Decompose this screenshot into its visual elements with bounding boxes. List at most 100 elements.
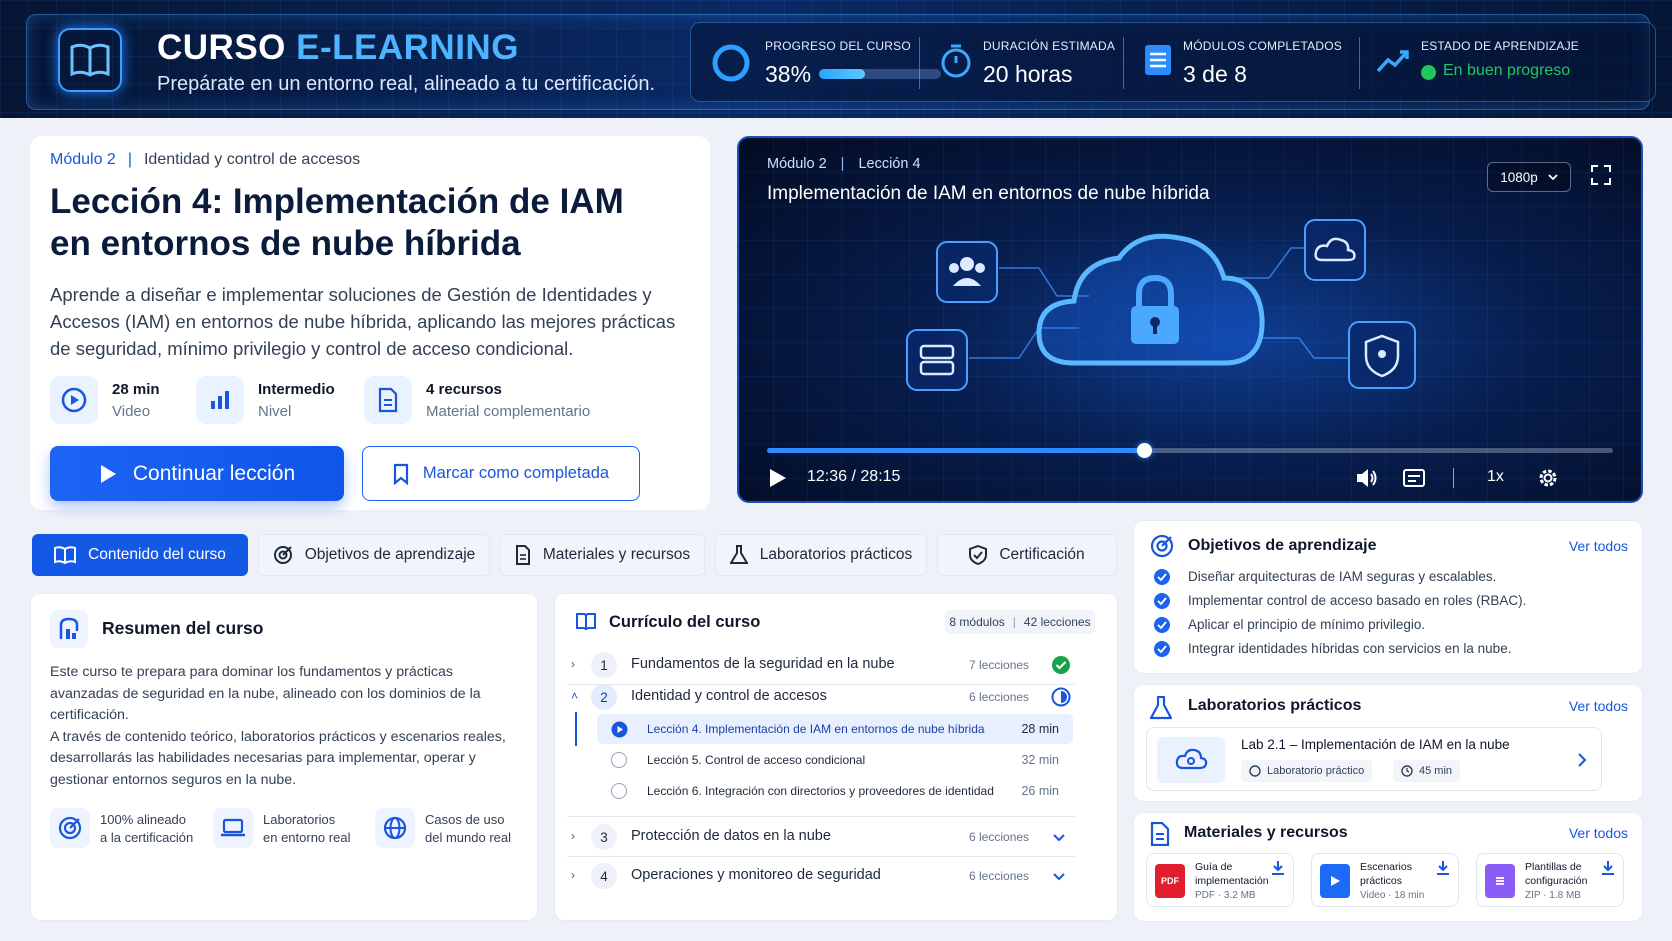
labs-see-all-link[interactable]: Ver todos [1569, 698, 1628, 714]
shield-check-icon [969, 545, 988, 565]
video-module: Módulo 2 [767, 156, 827, 172]
material-item-zip[interactable]: Plantillas de configuración ZIP · 1.8 MB [1476, 853, 1624, 907]
settings-gear-icon[interactable] [1537, 467, 1559, 489]
document-icon [364, 376, 412, 424]
material-meta: PDF · 3.2 MB [1195, 890, 1256, 901]
progress-ring-icon [712, 44, 750, 82]
tab-learning-objectives[interactable]: Objetivos de aprendizaje [258, 534, 490, 576]
module-row-1[interactable]: › 1 Fundamentos de la seguridad en la nu… [567, 648, 1079, 682]
current-time: 12:36 [807, 468, 848, 485]
objectives-see-all-link[interactable]: Ver todos [1569, 538, 1628, 554]
module-name: Identidad y control de accesos [631, 688, 827, 704]
globe-icon [375, 808, 415, 848]
lesson-duration: 28 min [1021, 722, 1059, 736]
video-seek-bar[interactable] [767, 443, 1613, 458]
course-subtitle: Prepárate en un entorno real, alineado a… [157, 73, 656, 95]
lab-type: Laboratorio práctico [1267, 765, 1365, 777]
stat-duration-value: 20 horas [983, 61, 1073, 87]
continue-lesson-button[interactable]: Continuar lección [50, 446, 344, 501]
lab-name: Lab 2.1 – Implementación de IAM en la nu… [1241, 737, 1510, 752]
stat-duration-label: DURACIÓN ESTIMADA [983, 39, 1116, 53]
tab-labs[interactable]: Laboratorios prácticos [715, 534, 927, 576]
module-row-4[interactable]: › 4 Operaciones y monitoreo de seguridad… [567, 859, 1079, 893]
curriculum-card: Currículo del curso 8 módulos | 42 leccion… [554, 593, 1118, 921]
check-icon [1154, 617, 1170, 633]
tab-course-content[interactable]: Contenido del curso [32, 534, 248, 576]
download-icon[interactable] [1601, 860, 1615, 876]
lab-duration: 45 min [1419, 765, 1453, 777]
flask-icon [729, 545, 748, 564]
module-number: 1 [591, 652, 617, 678]
tab-certification[interactable]: Certificación [937, 534, 1117, 576]
chevron-up-icon: ˄ [571, 689, 579, 703]
quality-select[interactable]: 1080p [1487, 162, 1571, 192]
module-name: Operaciones y monitoreo de seguridad [631, 867, 881, 883]
stat-modules-label: MÓDULOS COMPLETADOS [1183, 39, 1342, 53]
cloud-lab-icon [1157, 737, 1225, 783]
download-icon[interactable] [1271, 860, 1285, 876]
materials-see-all-link[interactable]: Ver todos [1569, 825, 1628, 841]
material-line2: implementación [1195, 875, 1269, 887]
lesson-title-line1: Lección 4: Implementación de IAM [50, 182, 624, 221]
material-item-pdf[interactable]: PDF Guía de implementación PDF · 3.2 MB [1146, 853, 1294, 907]
objective-item: Implementar control de acceso basado en … [1154, 592, 1594, 612]
target-icon [273, 546, 292, 564]
users-icon [936, 241, 998, 303]
tab-label: Certificación [999, 546, 1085, 563]
summary-title: Resumen del curso [102, 618, 264, 638]
course-header: CURSO E-LEARNING Prepárate en un entorno… [0, 0, 1672, 118]
lesson-duration: 26 min [1021, 784, 1059, 798]
feature-line2: en entorno real [263, 830, 351, 845]
book-logo-icon [58, 28, 122, 92]
lab-item[interactable]: Lab 2.1 – Implementación de IAM en la nu… [1146, 727, 1602, 791]
download-icon[interactable] [1436, 860, 1450, 876]
template-file-icon [1485, 864, 1515, 898]
play-button-icon[interactable] [769, 468, 787, 488]
bar-chart-icon [196, 376, 244, 424]
volume-icon[interactable] [1355, 467, 1379, 489]
pdf-icon: PDF [1155, 864, 1185, 898]
modules-list-icon [1145, 45, 1171, 75]
meta-resources: 4 recursos Material complementario [364, 376, 624, 426]
chevron-right-icon[interactable] [1577, 752, 1587, 768]
meta-level-label: Nivel [258, 403, 292, 420]
feature-line1: Laboratorios [263, 812, 336, 827]
module-row-3[interactable]: › 3 Protección de datos en la nube 6 lec… [567, 820, 1079, 854]
tab-label: Materiales y recursos [542, 546, 691, 563]
status-dot-icon [1421, 65, 1436, 80]
fullscreen-icon[interactable] [1591, 165, 1611, 185]
tab-materials[interactable]: Materiales y recursos [500, 534, 705, 576]
material-line1: Escenarios [1360, 861, 1412, 873]
captions-icon[interactable] [1403, 468, 1425, 488]
video-player[interactable]: Módulo 2 | Lección 4 Implementación de IAM… [737, 136, 1643, 503]
stat-status-value: En buen progreso [1443, 62, 1571, 79]
lesson-name: Lección 4. Implementación de IAM en ento… [647, 722, 985, 736]
chevron-down-icon [1053, 873, 1065, 881]
lesson-row[interactable]: Lección 6. Integración con directorios y… [597, 776, 1073, 806]
objective-text: Aplicar el principio de mínimo privilegi… [1188, 617, 1426, 632]
module-row-2[interactable]: ˄ 2 Identidad y control de accesos 6 lec… [567, 680, 1079, 714]
module-lesson-count: 6 lecciones [969, 690, 1030, 704]
material-line1: Plantillas de [1525, 861, 1582, 873]
lab-duration-chip: 45 min [1393, 760, 1461, 782]
breadcrumb-module-name[interactable]: Identidad y control de accesos [144, 151, 360, 168]
lesson-name: Lección 6. Integración con directorios y… [647, 784, 994, 798]
video-breadcrumb: Módulo 2 | Lección 4 [767, 156, 921, 172]
lesson-row-current[interactable]: Lección 4. Implementación de IAM en ento… [597, 714, 1073, 744]
laptop-icon [213, 808, 253, 848]
course-title-b: E-LEARNING [296, 28, 519, 67]
module-lesson-count: 6 lecciones [969, 869, 1030, 883]
breadcrumb-module[interactable]: Módulo 2 [50, 151, 116, 168]
material-name: Escenarios prácticos [1360, 860, 1412, 888]
check-icon [1154, 593, 1170, 609]
feature-text: Casos de uso del mundo real [425, 811, 511, 847]
lesson-row[interactable]: Lección 5. Control de acceso condicional… [597, 745, 1073, 775]
book-icon [54, 546, 77, 564]
tab-label: Laboratorios prácticos [759, 546, 913, 563]
objective-item: Integrar identidades híbridas con servic… [1154, 640, 1594, 660]
objective-text: Diseñar arquitecturas de IAM seguras y e… [1188, 569, 1497, 584]
material-item-video[interactable]: Escenarios prácticos Video · 18 min [1311, 853, 1459, 907]
playback-speed[interactable]: 1x [1487, 468, 1504, 486]
summary-text-1: Este curso te prepara para dominar los f… [50, 664, 481, 723]
mark-complete-button[interactable]: Marcar como completada [362, 446, 640, 501]
